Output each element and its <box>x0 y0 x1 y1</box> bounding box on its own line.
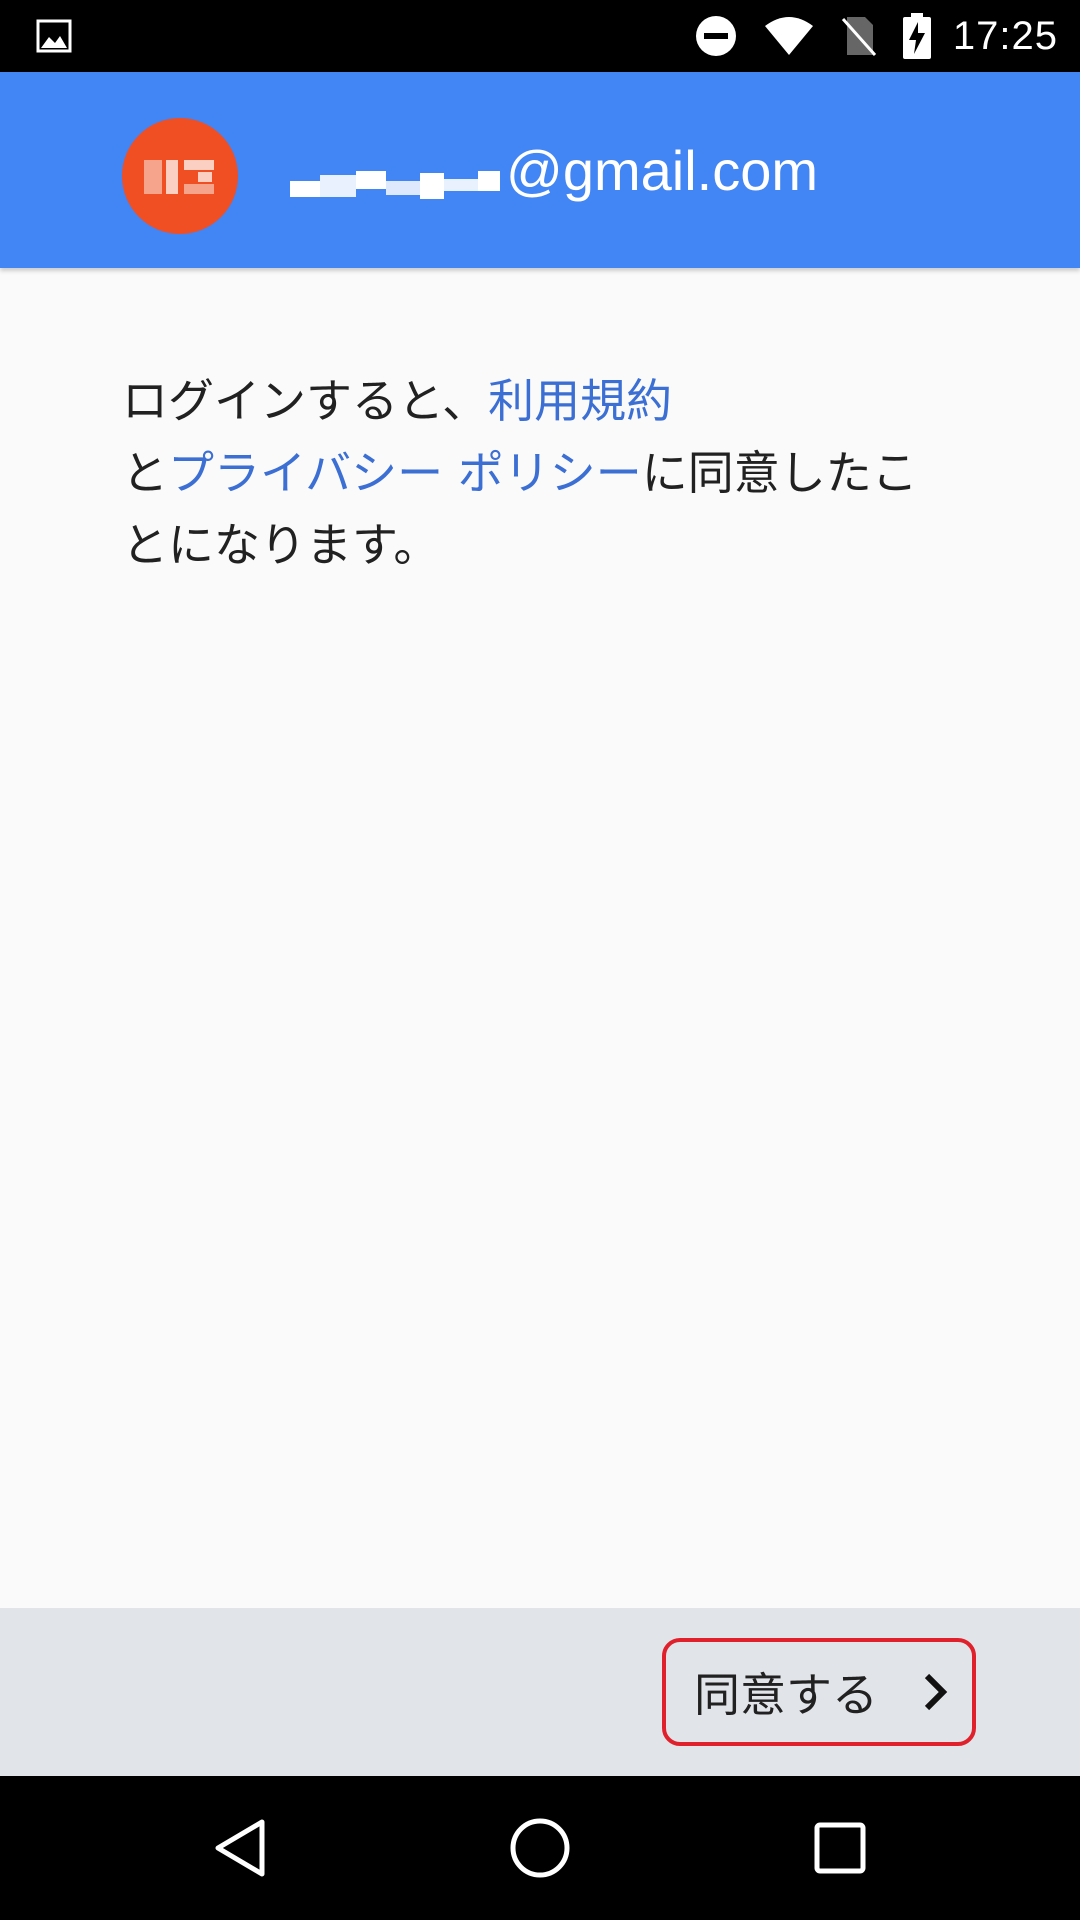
bottom-action-bar: 同意する <box>0 1608 1080 1776</box>
chevron-right-icon <box>920 1672 950 1716</box>
wifi-icon <box>763 16 815 56</box>
back-button[interactable] <box>160 1776 320 1920</box>
account-email-domain: @gmail.com <box>506 138 819 202</box>
gallery-icon <box>36 19 72 57</box>
agree-button-label: 同意する <box>694 1668 878 1722</box>
avatar <box>120 116 240 236</box>
battery-charging-icon <box>902 13 931 59</box>
message-line-3: とになります。 <box>122 518 440 572</box>
status-bar: 17:25 <box>0 0 1080 72</box>
terms-message: ログインすると、利用規約 とプライバシー ポリシーに同意したこ とになります。 <box>122 365 962 581</box>
no-sim-icon <box>841 15 877 57</box>
redacted-username <box>290 153 500 199</box>
account-header: @gmail.com <box>0 72 1080 268</box>
message-line-1: ログインすると、利用規約 <box>122 374 673 428</box>
home-icon <box>510 1818 570 1878</box>
back-icon <box>215 1819 265 1877</box>
clock: 17:25 <box>952 13 1058 58</box>
do-not-disturb-icon <box>695 15 737 57</box>
agree-button[interactable]: 同意する <box>662 1638 976 1746</box>
privacy-policy-link[interactable]: プライバシー ポリシー <box>168 446 642 500</box>
system-navigation-bar <box>0 1776 1080 1920</box>
terms-of-service-link[interactable]: 利用規約 <box>488 374 672 428</box>
account-email: @gmail.com <box>290 72 818 268</box>
message-line-2: とプライバシー ポリシーに同意したこ <box>122 446 918 500</box>
recents-button[interactable] <box>760 1776 920 1920</box>
recents-icon <box>814 1822 866 1874</box>
home-button[interactable] <box>460 1776 620 1920</box>
